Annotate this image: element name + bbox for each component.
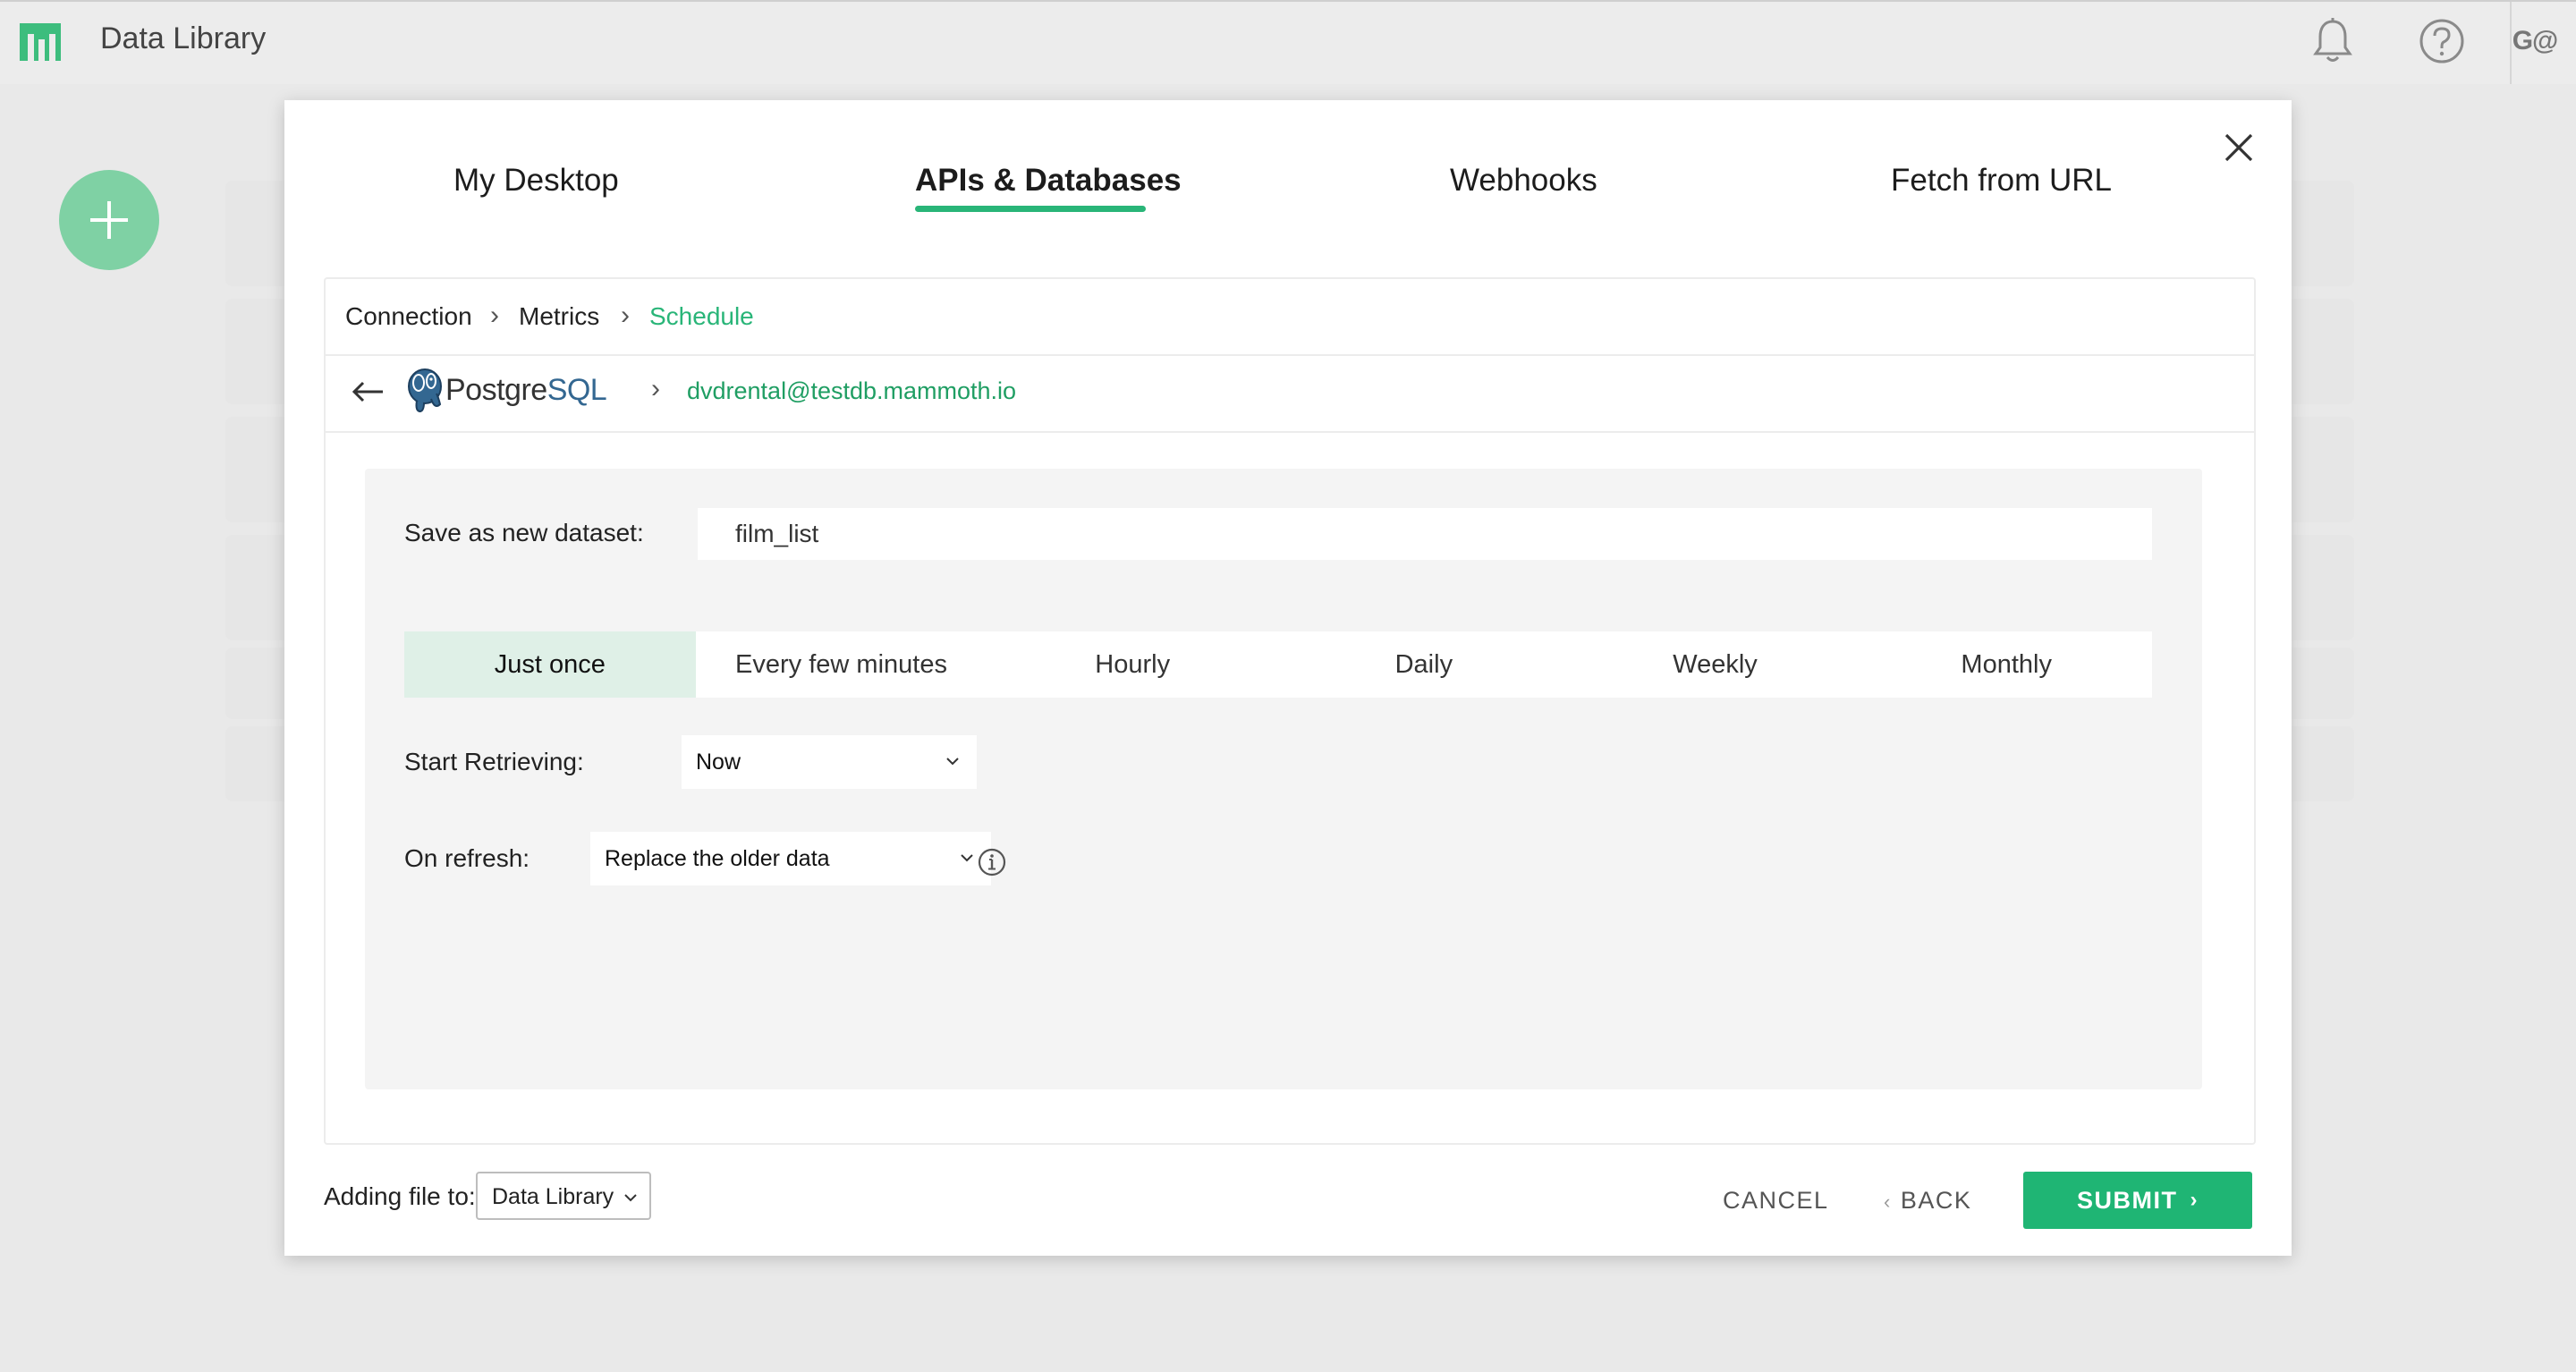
dataset-name-label: Save as new dataset: xyxy=(404,519,644,546)
breadcrumb-schedule: Schedule xyxy=(649,302,754,330)
submit-button[interactable]: SUBMIT › xyxy=(2023,1172,2252,1229)
on-refresh-select[interactable]: Replace the older data xyxy=(590,832,991,885)
connection-name[interactable]: dvdrental@testdb.mammoth.io xyxy=(687,377,1016,405)
postgresql-wordmark: PostgreSQL xyxy=(445,372,607,408)
user-initials: G@ xyxy=(2512,26,2559,55)
frequency-selector: Just once Every few minutes Hourly Daily… xyxy=(404,631,2152,698)
destination-select[interactable]: Data Library xyxy=(476,1172,651,1220)
user-menu-button[interactable]: G@ xyxy=(2508,14,2562,68)
add-data-modal: My Desktop APIs & Databases Webhooks Fet… xyxy=(284,100,2292,1256)
help-icon xyxy=(2419,19,2464,64)
postgresql-elephant-icon xyxy=(408,368,442,413)
frequency-hourly[interactable]: Hourly xyxy=(987,631,1278,698)
back-button[interactable]: ‹ BACK xyxy=(1884,1187,1971,1215)
wordmark-postgre: Postgre xyxy=(445,372,547,407)
notifications-button[interactable] xyxy=(2306,14,2360,68)
connection-row: PostgreSQL › dvdrental@testdb.mammoth.io xyxy=(326,356,2254,433)
breadcrumb: Connection › Metrics › Schedule xyxy=(326,279,2254,356)
frequency-daily[interactable]: Daily xyxy=(1278,631,1570,698)
tab-fetch-from-url[interactable]: Fetch from URL xyxy=(1891,163,2112,199)
active-tab-indicator xyxy=(915,206,1146,212)
frequency-weekly[interactable]: Weekly xyxy=(1570,631,1861,698)
adding-file-to-label: Adding file to: xyxy=(324,1182,476,1210)
tab-my-desktop[interactable]: My Desktop xyxy=(453,163,619,199)
help-button[interactable] xyxy=(2415,14,2469,68)
app-logo-icon[interactable] xyxy=(20,21,61,61)
add-data-button[interactable] xyxy=(59,170,159,270)
cancel-button[interactable]: CANCEL xyxy=(1723,1187,1829,1215)
close-icon xyxy=(2224,133,2253,162)
info-icon[interactable] xyxy=(977,847,1007,877)
back-button-label: BACK xyxy=(1900,1187,1972,1214)
breadcrumb-separator: › xyxy=(621,301,630,330)
back-arrow-icon[interactable] xyxy=(351,374,386,410)
frequency-every-few-minutes[interactable]: Every few minutes xyxy=(696,631,987,698)
dataset-name-input[interactable] xyxy=(698,508,2152,560)
start-retrieving-select[interactable]: Now xyxy=(682,735,977,789)
tab-apis-databases[interactable]: APIs & Databases xyxy=(915,163,1182,199)
back-chevron-icon: ‹ xyxy=(1884,1190,1892,1213)
wordmark-sql: SQL xyxy=(547,372,607,407)
frequency-just-once[interactable]: Just once xyxy=(404,631,696,698)
top-bar: Data Library G@ xyxy=(0,0,2576,84)
submit-button-label: SUBMIT xyxy=(2077,1186,2178,1214)
start-retrieving-label: Start Retrieving: xyxy=(404,748,584,775)
on-refresh-value: Replace the older data xyxy=(605,846,830,871)
app-title: Data Library xyxy=(100,21,267,55)
connection-separator: › xyxy=(651,374,660,403)
chevron-down-icon xyxy=(961,854,973,862)
postgresql-logo: PostgreSQL xyxy=(404,367,607,413)
submit-chevron-icon: › xyxy=(2190,1188,2199,1212)
destination-value: Data Library xyxy=(492,1184,614,1209)
close-button[interactable] xyxy=(2216,125,2261,170)
tab-webhooks[interactable]: Webhooks xyxy=(1450,163,1597,199)
chevron-down-icon xyxy=(624,1194,637,1202)
breadcrumb-metrics[interactable]: Metrics xyxy=(519,302,599,331)
on-refresh-label: On refresh: xyxy=(404,844,530,872)
frequency-monthly[interactable]: Monthly xyxy=(1860,631,2152,698)
bell-icon xyxy=(2313,18,2352,62)
schedule-form: Save as new dataset: Just once Every few… xyxy=(365,469,2202,1089)
breadcrumb-separator: › xyxy=(490,301,499,330)
chevron-down-icon xyxy=(946,758,959,766)
breadcrumb-connection[interactable]: Connection xyxy=(345,302,472,331)
start-retrieving-value: Now xyxy=(696,750,741,775)
schedule-panel: Connection › Metrics › Schedule PostgreS… xyxy=(324,277,2256,1145)
plus-icon xyxy=(90,201,128,239)
